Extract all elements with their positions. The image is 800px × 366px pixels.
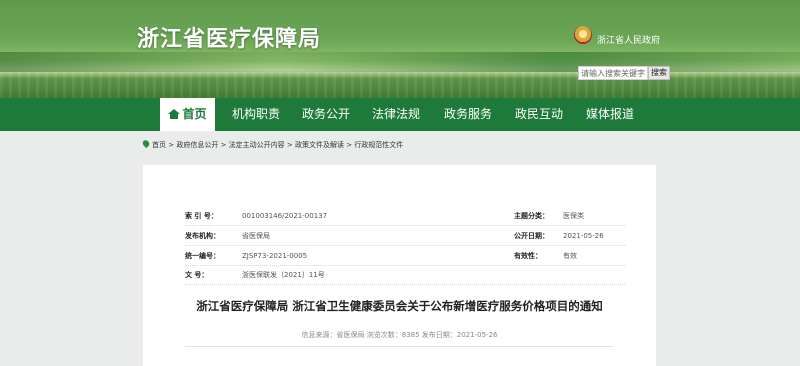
meta-value-validity: 有效 [563, 252, 577, 260]
national-emblem-icon [574, 26, 592, 44]
nav-item-interaction[interactable]: 政民互动 [515, 98, 563, 131]
nav-item-media[interactable]: 媒体报道 [586, 98, 634, 131]
meta-label-pub-date: 公开日期： [514, 232, 549, 240]
breadcrumb-normative-docs[interactable]: 行政规范性文件 [354, 141, 403, 149]
meta-label-publisher: 发布机构： [185, 232, 220, 240]
main-nav: 首页 机构职责 政务公开 法律法规 政务服务 政民互动 媒体报道 [0, 98, 800, 131]
meta-value-unified-no: ZJSP73-2021-0005 [242, 252, 308, 260]
nav-item-home[interactable]: 首页 [160, 98, 215, 131]
meta-label-category: 主题分类： [514, 212, 549, 220]
breadcrumb-separator: > [343, 141, 355, 149]
breadcrumb-separator: > [218, 141, 229, 149]
nav-item-institution[interactable]: 机构职责 [232, 98, 280, 131]
meta-row: 统一编号： ZJSP73-2021-0005 有效性： 有效 [185, 247, 625, 266]
banner-field [0, 72, 800, 98]
breadcrumb-separator: > [166, 141, 177, 149]
meta-value-category: 医保类 [563, 212, 584, 220]
meta-label-validity: 有效性： [514, 252, 542, 260]
nav-item-services[interactable]: 政务服务 [444, 98, 492, 131]
home-icon [168, 109, 181, 119]
breadcrumb-active-content[interactable]: 法定主动公开内容 [229, 141, 285, 149]
meta-row: 索 引 号： 001003146/2021-00137 主题分类： 医保类 [185, 207, 625, 226]
meta-row: 文 号： 浙医保联发〔2021〕11号 [185, 266, 625, 285]
header-banner: 浙江省医疗保障局 浙江省人民政府 请输入搜索关键字 搜索 [0, 0, 800, 98]
meta-label-doc-no: 文 号： [185, 271, 209, 279]
gov-portal-link[interactable]: 浙江省人民政府 [597, 33, 660, 46]
meta-value-doc-no: 浙医保联发〔2021〕11号 [242, 271, 325, 279]
nav-item-laws[interactable]: 法律法规 [372, 98, 420, 131]
meta-value-index: 001003146/2021-00137 [242, 212, 328, 220]
meta-value-pub-date: 2021-05-26 [563, 232, 604, 240]
meta-value-publisher: 省医保局 [242, 232, 270, 240]
document-info: 信息来源：省医保局 浏览次数：8385 发布日期：2021-05-26 [301, 331, 498, 339]
nav-home-label: 首页 [182, 107, 207, 121]
breadcrumb-disclosure[interactable]: 政府信息公开 [176, 141, 218, 149]
meta-label-unified-no: 统一编号： [185, 252, 220, 260]
breadcrumb: 首页 > 政府信息公开 > 法定主动公开内容 > 政策文件及解读 > 行政规范性… [141, 138, 403, 150]
breadcrumb-separator: > [284, 141, 295, 149]
banner-landscape [0, 52, 800, 72]
divider [185, 346, 613, 347]
document-title: 浙江省医疗保障局 浙江省卫生健康委员会关于公布新增医疗服务价格项目的通知 [196, 299, 603, 313]
meta-label-index: 索 引 号： [185, 212, 218, 220]
search-button[interactable]: 搜索 [648, 66, 670, 80]
location-icon [141, 138, 151, 149]
search-input[interactable]: 请输入搜索关键字 [578, 66, 648, 80]
breadcrumb-policy-docs[interactable]: 政策文件及解读 [295, 141, 344, 149]
meta-row: 发布机构： 省医保局 公开日期： 2021-05-26 [185, 227, 625, 246]
breadcrumb-home[interactable]: 首页 [152, 141, 166, 149]
site-title[interactable]: 浙江省医疗保障局 [137, 21, 321, 53]
nav-item-gov-disclosure[interactable]: 政务公开 [302, 98, 350, 131]
